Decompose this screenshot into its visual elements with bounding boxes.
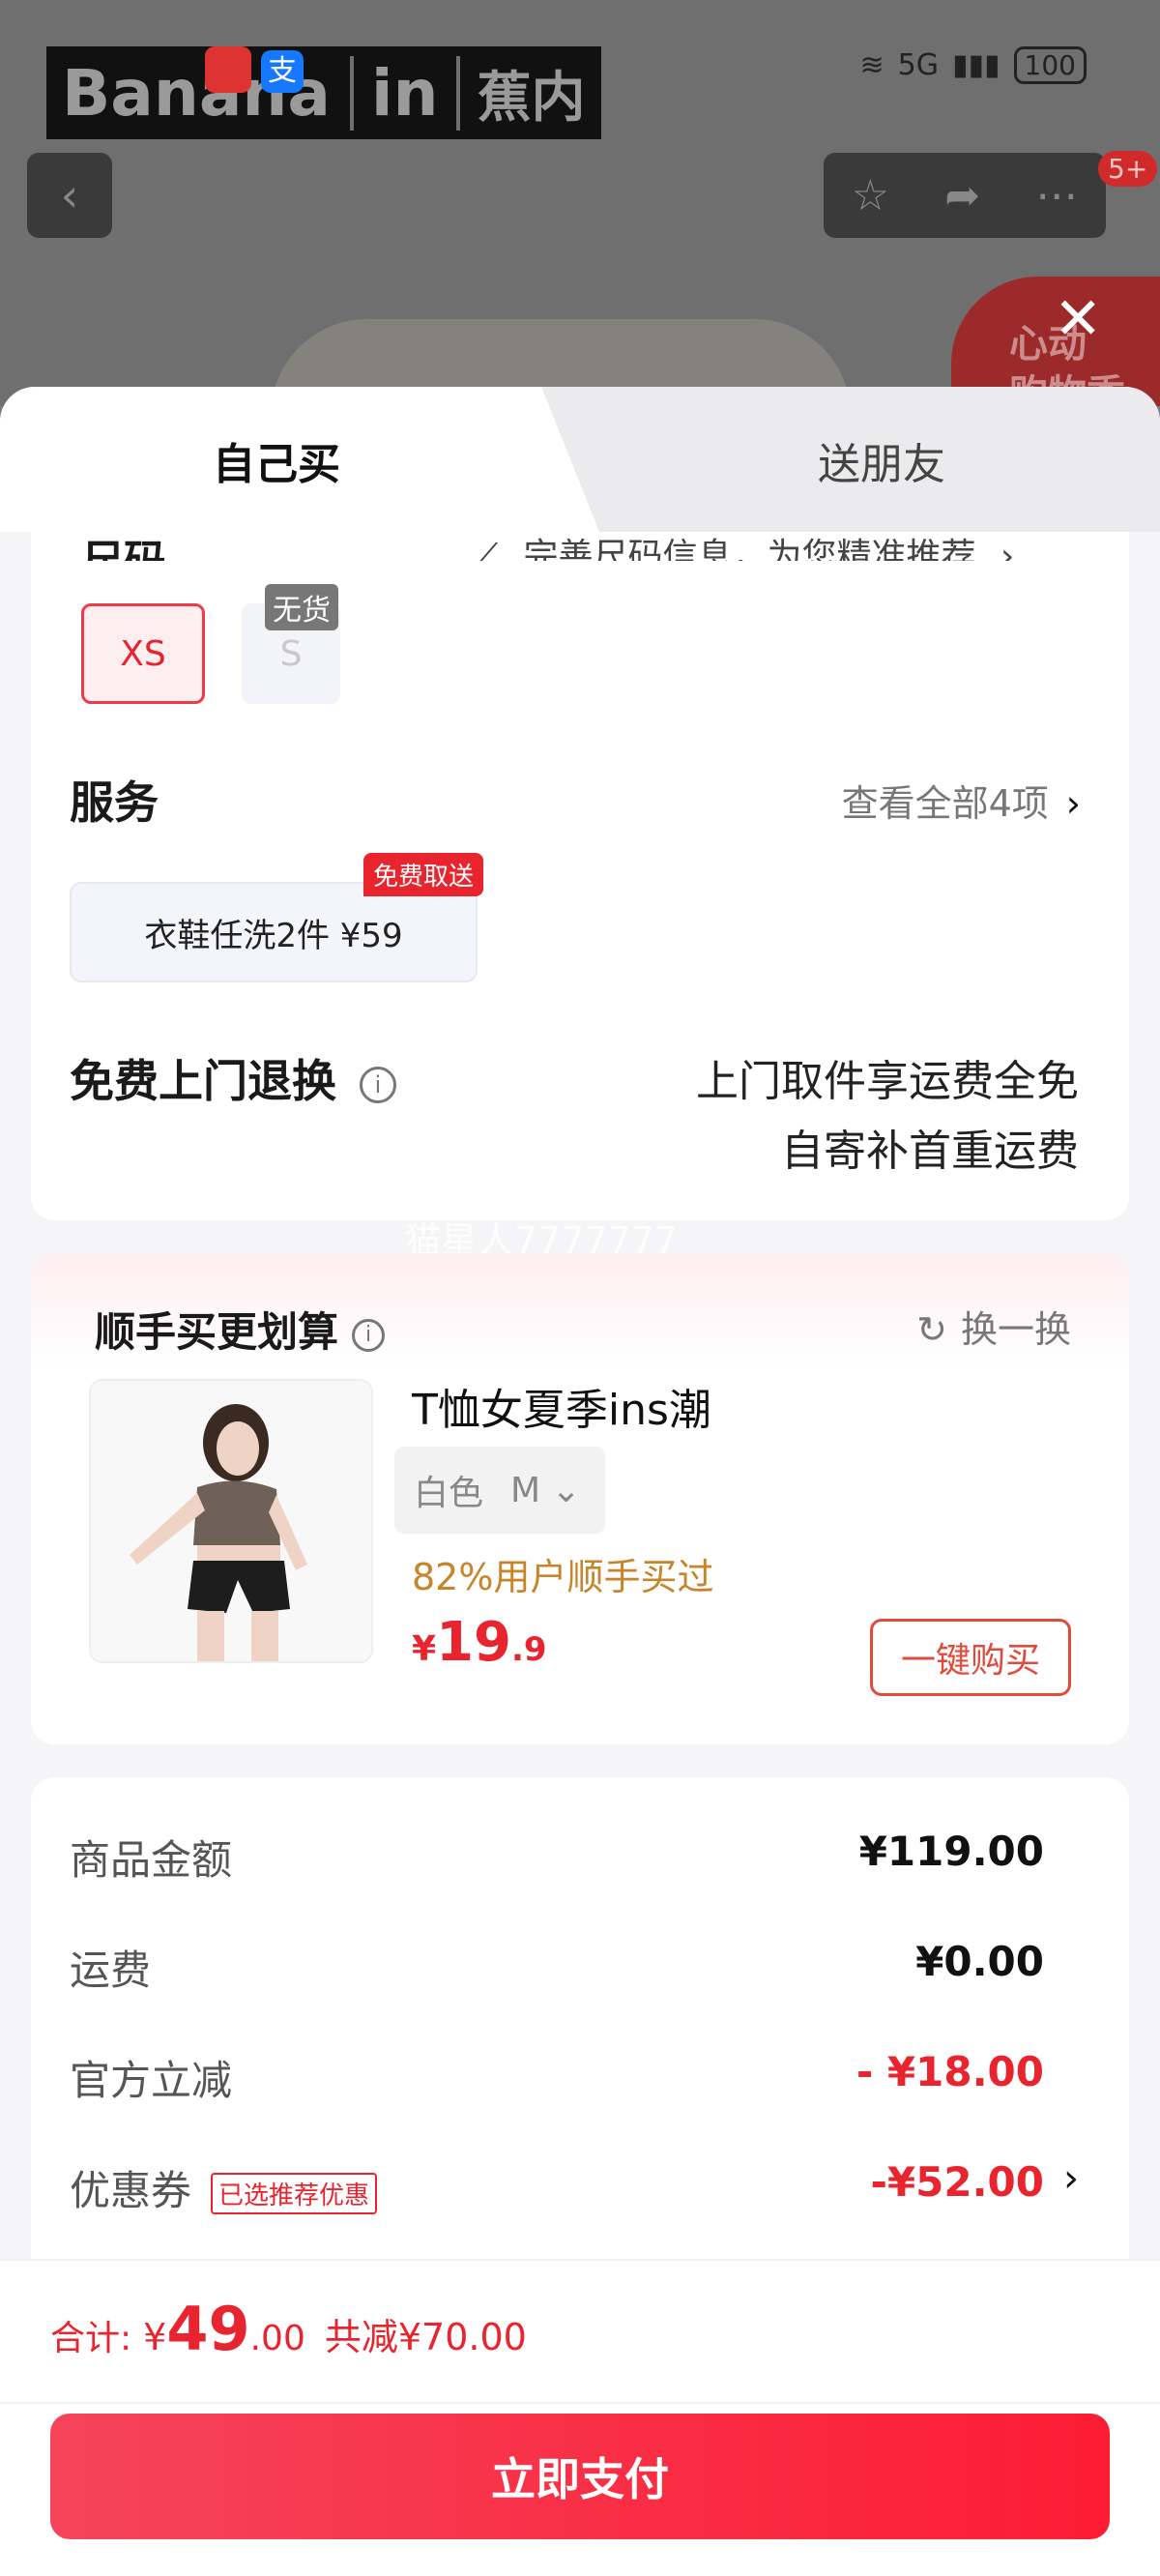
goods-amount-value: ¥119.00 <box>858 1828 1044 1875</box>
return-line2: 自寄补首重运费 <box>781 1127 1079 1176</box>
free-pickup-tag: 免费取送 <box>363 853 484 896</box>
swap-button[interactable]: ↻ 换一换 <box>916 1300 1071 1353</box>
brand-cn: 蕉内 <box>477 66 586 130</box>
close-icon[interactable]: ✕ <box>1054 290 1102 348</box>
signal-bars-icon: ▮▮▮ <box>952 48 1000 82</box>
signal-label: 5G <box>897 48 940 82</box>
options-card: 尺码 ⟋ 完善尺码信息，为您精准推荐 › XS S 无货 服务 查看全部4项› … <box>31 532 1129 1220</box>
chevron-right-icon: › <box>1065 782 1081 825</box>
free-return-title: 免费上门退换 i <box>70 1046 396 1110</box>
chevron-right-icon[interactable]: › <box>1063 2156 1079 2201</box>
back-button[interactable]: ‹ <box>27 153 112 238</box>
checkout-footer: 合计: ¥49.00 共减¥70.00 立即支付 <box>0 2259 1160 2576</box>
variant-size: M ⌄ <box>510 1471 581 1510</box>
price-integer: 19 <box>436 1611 511 1674</box>
tab-self-buy[interactable]: 自己买 <box>213 429 340 491</box>
purchase-tabs: 自己买 送朋友 <box>0 387 1160 532</box>
coupon-value[interactable]: -¥52.00 <box>870 2158 1044 2206</box>
message-badge: 5+ <box>1098 151 1158 187</box>
tab-gift-friend[interactable]: 送朋友 <box>818 429 945 491</box>
size-title: 尺码 <box>81 526 166 561</box>
wifi-icon: ≋ <box>859 48 884 82</box>
free-return-title-text: 免费上门退换 <box>70 1055 336 1107</box>
taobao-618-icon <box>205 46 251 93</box>
info-icon[interactable]: i <box>360 1066 396 1103</box>
upsell-title: 顺手买更划算 i <box>95 1300 386 1359</box>
divider <box>0 2402 1160 2404</box>
alipay-icon: 支 <box>261 50 304 93</box>
one-click-buy-button[interactable]: 一键购买 <box>870 1619 1071 1696</box>
variant-color: 白色 <box>414 1474 484 1513</box>
refresh-icon: ↻ <box>916 1308 947 1351</box>
total-integer: 49 <box>166 2294 250 2364</box>
upsell-product-name: T恤女夏季ins潮 <box>412 1386 711 1435</box>
size-hint-text: 完善尺码信息，为您精准推荐 <box>523 537 976 561</box>
status-bar: ≋ 5G ▮▮▮ 100 <box>860 46 1087 84</box>
upsell-price: ¥19.9 <box>412 1611 547 1674</box>
service-view-all-text: 查看全部4项 <box>841 782 1049 825</box>
star-icon[interactable]: ☆ <box>852 171 889 220</box>
official-discount-value: - ¥18.00 <box>856 2048 1044 2095</box>
swap-text: 换一换 <box>960 1308 1071 1351</box>
total-summary: 合计: ¥49.00 共减¥70.00 <box>50 2294 527 2364</box>
nav-actions: ☆ ➦ ⋯ <box>824 153 1106 238</box>
ruler-icon: ⟋ <box>474 537 499 561</box>
background-product-page: Banana in 蕉内 支 ≋ 5G ▮▮▮ 100 ‹ ☆ ➦ ⋯ 5+ 心… <box>0 0 1160 406</box>
total-saved: 共减¥70.00 <box>324 2316 527 2358</box>
share-icon[interactable]: ➦ <box>944 171 980 220</box>
product-thumbnail[interactable] <box>89 1379 373 1663</box>
service-title: 服务 <box>70 776 159 829</box>
total-label: 合计: <box>50 2319 132 2358</box>
chevron-left-icon: ‹ <box>60 169 79 221</box>
variant-selector[interactable]: 白色 M ⌄ <box>394 1447 605 1534</box>
purchase-sheet: 自己买 送朋友 尺码 ⟋ 完善尺码信息，为您精准推荐 › XS S 无货 服务 … <box>0 387 1160 2576</box>
woman-model-image <box>91 1381 371 1661</box>
brand-in: in <box>349 55 460 131</box>
shipping-value: ¥0.00 <box>915 1938 1044 1985</box>
price-symbol: ¥ <box>412 1629 437 1669</box>
shipping-label: 运费 <box>70 1947 152 1994</box>
brand-logo: Banana in 蕉内 <box>46 46 601 139</box>
size-hint-link[interactable]: ⟋ 完善尺码信息，为您精准推荐 › <box>474 528 1014 561</box>
coupon-row[interactable]: 优惠券 已选推荐优惠 <box>70 2158 378 2217</box>
pay-now-button[interactable]: 立即支付 <box>50 2414 1110 2539</box>
price-decimal: .9 <box>511 1630 547 1669</box>
chevron-down-icon: ⌄ <box>540 1470 581 1510</box>
service-view-all[interactable]: 查看全部4项 › <box>842 774 1081 827</box>
variant-size-text: M <box>510 1470 541 1510</box>
size-option-xs[interactable]: XS <box>81 603 205 704</box>
more-icon[interactable]: ⋯ <box>1035 171 1078 220</box>
coupon-tag: 已选推荐优惠 <box>211 2173 378 2214</box>
info-icon[interactable]: i <box>352 1318 386 1352</box>
service-option-laundry[interactable]: 衣鞋任洗2件 ¥59 <box>70 882 478 982</box>
price-summary-card: 商品金额 ¥119.00 运费 ¥0.00 官方立减 - ¥18.00 优惠券已… <box>31 1777 1129 2319</box>
coupon-label: 优惠券 <box>70 2167 192 2214</box>
goods-amount-label: 商品金额 <box>70 1836 233 1884</box>
total-symbol: ¥ <box>143 2316 167 2358</box>
buyers-stat: 82%用户顺手买过 <box>412 1556 714 1598</box>
upsell-title-text: 顺手买更划算 <box>95 1308 339 1356</box>
soldout-tag: 无货 <box>265 584 338 630</box>
official-discount-label: 官方立减 <box>70 2057 233 2104</box>
battery-icon: 100 <box>1013 46 1087 84</box>
total-decimal: .00 <box>249 2319 305 2358</box>
upsell-card: 顺手买更划算 i ↻ 换一换 T恤女夏季ins潮 白色 M ⌄ 82%用户顺手买… <box>31 1253 1129 1744</box>
return-line1: 上门取件享运费全免 <box>696 1057 1079 1106</box>
chevron-right-icon: › <box>1000 537 1015 561</box>
